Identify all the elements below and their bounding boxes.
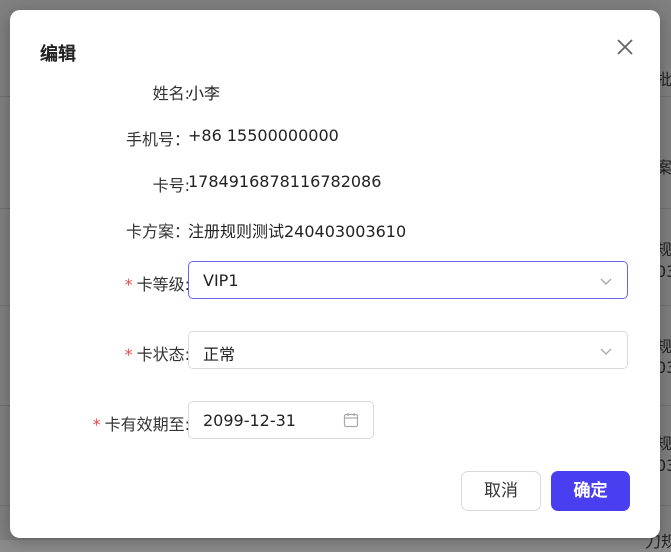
expiry-date-input[interactable]: 2099-12-31 — [188, 401, 374, 439]
phone-value: +86 15500000000 — [188, 126, 339, 145]
card-level-label: * 卡等级: — [124, 275, 190, 294]
card-status-value: 正常 — [203, 345, 236, 364]
chevron-down-icon — [600, 278, 612, 285]
card-status-label: * 卡状态: — [124, 345, 190, 364]
chevron-down-icon — [600, 348, 612, 355]
card-status-select[interactable]: 正常 — [188, 331, 628, 369]
card-level-select[interactable]: VIP1 — [188, 261, 628, 299]
card-plan-value: 注册规则测试240403003610 — [188, 222, 407, 241]
close-icon — [617, 39, 633, 55]
cancel-button[interactable]: 取消 — [461, 471, 541, 511]
confirm-button[interactable]: 确定 — [551, 471, 630, 511]
card-number-value: 1784916878116782086 — [188, 172, 382, 191]
close-button[interactable] — [614, 36, 636, 58]
card-level-value: VIP1 — [203, 271, 239, 290]
dialog-title: 编辑 — [40, 44, 76, 65]
required-mark: * — [124, 345, 133, 364]
card-plan-label: 卡方案： — [125, 222, 190, 241]
expiry-label: * 卡有效期至: — [92, 415, 190, 434]
name-value: 小李 — [188, 84, 221, 103]
calendar-icon — [343, 413, 359, 428]
name-label: 姓名: — [152, 84, 190, 103]
card-number-label: 卡号: — [152, 176, 190, 195]
required-mark: * — [124, 275, 133, 294]
edit-dialog: 编辑 姓名: 小李 手机号： +86 15500000000 卡号: 17849… — [10, 10, 660, 538]
expiry-date-value: 2099-12-31 — [203, 411, 296, 430]
required-mark: * — [92, 415, 101, 434]
phone-label: 手机号： — [125, 130, 190, 149]
